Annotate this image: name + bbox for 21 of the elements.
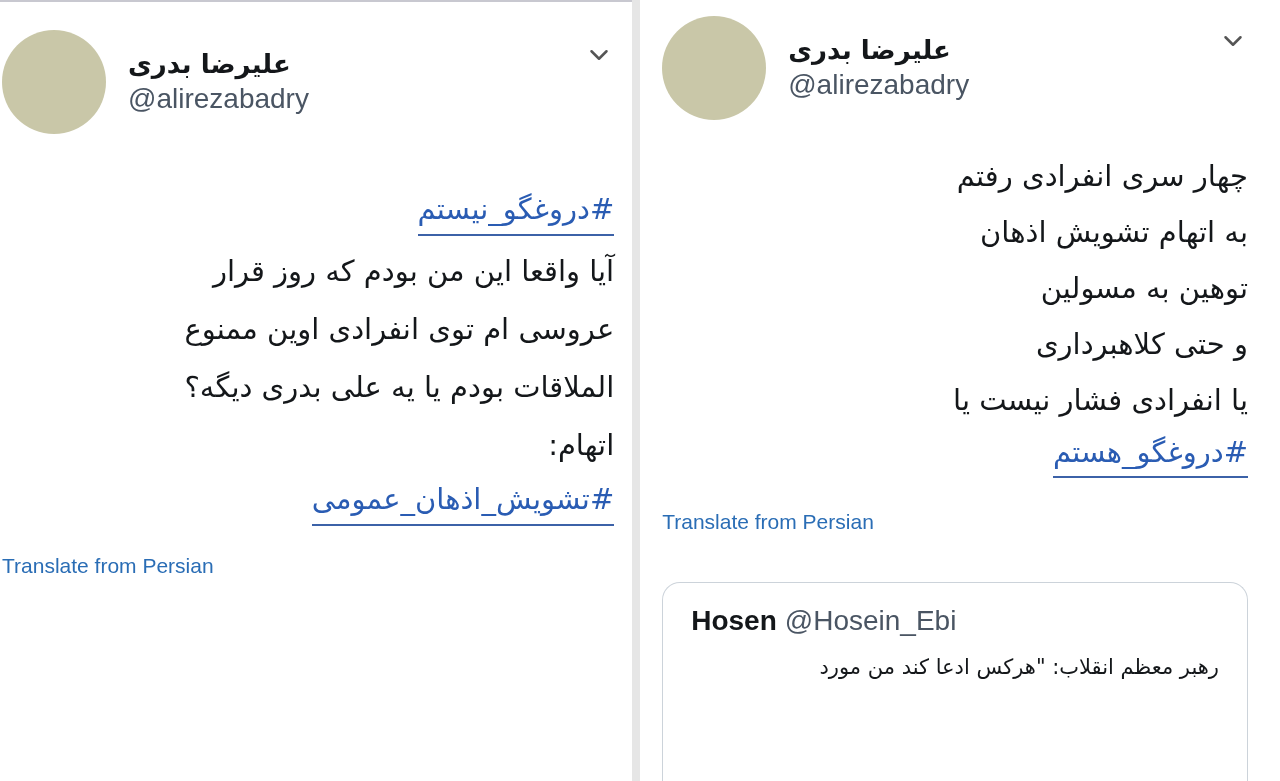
user-handle: @alirezabadry [128,83,310,115]
quoted-user-handle: @Hosein_Ebi [784,605,957,637]
display-name: علیرضا بدری [128,49,291,79]
quoted-display-name: Hosen [691,605,777,637]
hashtag-link[interactable]: #تشویش_اذهان_عمومی [311,474,615,526]
tweet-text-line: و حتی کلاهبرداری [1035,326,1248,363]
translate-link[interactable]: Translate from Persian [2,554,214,578]
tweet-text-line: عروسی ام توی انفرادی اوین ممنوع [184,311,615,348]
user-handle: @alirezabadry [788,69,971,101]
tweet-text-line: یا انفرادی فشار نیست یا [953,382,1248,419]
tweet-text-line: توهین به مسولین [1040,270,1248,307]
tweet-text-line: الملاقات بودم یا یه علی بدری دیگه؟ [184,369,615,406]
translate-link[interactable]: Translate from Persian [662,510,874,534]
display-name: علیرضا بدری [788,35,951,65]
quoted-tweet-text: رهبر معظم انقلاب: "هرکس ادعا کند من مورد [818,655,1219,679]
hashtag-link[interactable]: #دروغگو_نیستم [417,184,615,236]
tweet-text-line: آیا واقعا این من بودم که روز قرار [212,253,615,290]
tweet-text-line: چهار سری انفرادی رفتم [956,158,1248,195]
tweet-text-line: اتهام: [548,427,615,464]
hashtag-link[interactable]: #دروغگو_هستم [1052,428,1248,478]
tweet-text-line: به اتهام تشویش اذهان [980,214,1248,251]
